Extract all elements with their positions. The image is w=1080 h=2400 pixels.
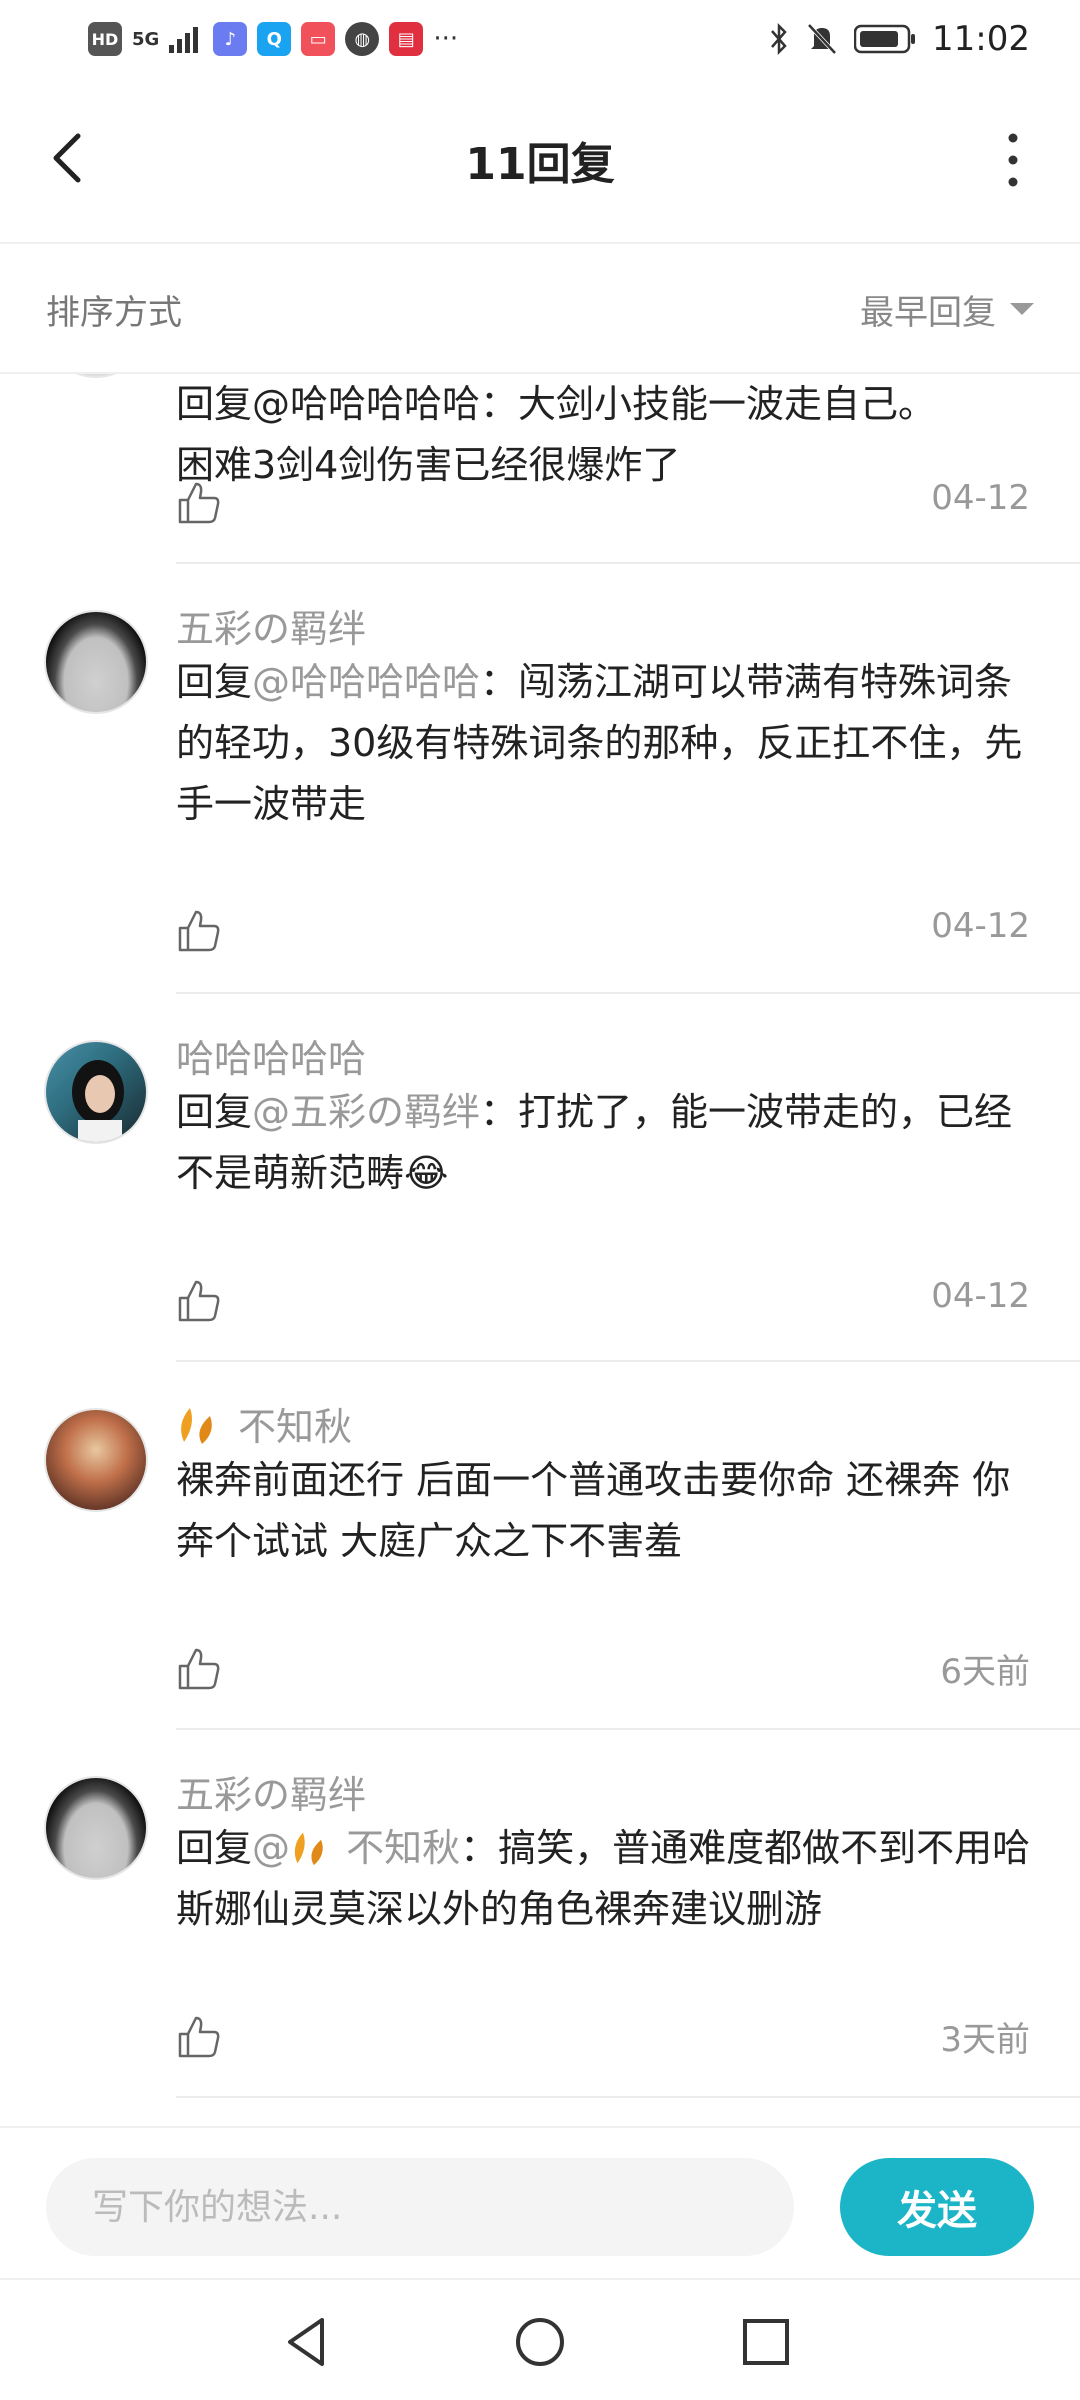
ball-app-icon: ◍ bbox=[345, 22, 380, 56]
nav-home-icon[interactable] bbox=[510, 2312, 570, 2372]
like-icon[interactable] bbox=[176, 908, 222, 954]
search-app-icon: Q bbox=[257, 22, 292, 56]
reader-app-icon: ▤ bbox=[389, 22, 424, 56]
avatar[interactable] bbox=[44, 610, 148, 714]
sort-label: 排序方式 bbox=[46, 292, 182, 333]
nav-back-icon[interactable] bbox=[278, 2312, 338, 2372]
comment-item: 五彩の羁绊 回复@哈哈哈哈哈：闯荡江湖可以带满有特殊词条的轻功，30级有特殊词条… bbox=[0, 562, 1080, 952]
comment-item: 不知秋 裸奔前面还行 后面一个普通攻击要你命 还裸奔 你奔个试试 大庭广众之下不… bbox=[0, 1360, 1080, 1730]
comment-date: 6天前 bbox=[940, 1652, 1030, 1692]
username[interactable]: 五彩の羁绊 bbox=[176, 598, 366, 653]
avatar[interactable] bbox=[44, 1776, 148, 1880]
comment-item: 哈哈哈哈哈 回复@五彩の羁绊：打扰了，能一波带走的，已经不是萌新范畴😂 04-1… bbox=[0, 992, 1080, 1362]
comment-date: 04-12 bbox=[931, 1276, 1030, 1316]
reply-input-bar: 发送 bbox=[0, 2126, 1080, 2278]
mention-link[interactable]: @哈哈哈哈哈 bbox=[252, 660, 480, 704]
like-icon[interactable] bbox=[176, 2014, 222, 2060]
shop-app-icon: ▭ bbox=[301, 22, 336, 56]
leaf-icon bbox=[294, 1832, 323, 1866]
comment-text: 回复@五彩の羁绊：打扰了，能一波带走的，已经不是萌新范畴😂 bbox=[176, 1082, 1036, 1204]
comment-list[interactable]: 回复@哈哈哈哈哈：大剑小技能一波走自己。 困难3剑4剑伤害已经很爆炸了 04-1… bbox=[0, 374, 1080, 2126]
chevron-down-icon bbox=[1010, 303, 1034, 315]
username-row[interactable]: 不知秋 bbox=[176, 1396, 352, 1451]
sort-value: 最早回复 bbox=[860, 292, 996, 333]
mention-name: 不知秋 bbox=[334, 1826, 461, 1870]
reply-input[interactable] bbox=[46, 2158, 794, 2256]
mention-link[interactable]: @五彩の羁绊 bbox=[252, 1090, 480, 1134]
comment-date: 04-12 bbox=[931, 478, 1030, 518]
network-label: 5G bbox=[132, 28, 160, 50]
comment-date: 3天前 bbox=[940, 2020, 1030, 2060]
nav-recents-icon[interactable] bbox=[736, 2312, 796, 2372]
status-bar: HD 5G ♪ Q ▭ ◍ ▤ ··· 11:02 bbox=[0, 0, 1080, 78]
username[interactable]: 五彩の羁绊 bbox=[176, 1764, 366, 1819]
more-options-icon[interactable] bbox=[998, 128, 1028, 192]
mention-at: @ bbox=[252, 1826, 291, 1870]
system-nav-bar bbox=[0, 2278, 1080, 2400]
bluetooth-icon bbox=[771, 22, 787, 56]
page-title: 11回复 bbox=[465, 139, 615, 190]
comment-date: 04-12 bbox=[931, 906, 1030, 946]
comment-text: 回复@ 不知秋：搞笑，普通难度都做不到不用哈斯娜仙灵莫深以外的角色裸奔建议删游 bbox=[176, 1818, 1036, 1940]
reply-prefix: 回复 bbox=[176, 1090, 253, 1134]
avatar-photo bbox=[72, 1060, 124, 1142]
username: 不知秋 bbox=[238, 1405, 353, 1449]
battery-icon bbox=[854, 24, 916, 54]
reply-prefix: 回复 bbox=[176, 660, 253, 704]
leaf-icon bbox=[181, 1407, 212, 1444]
like-icon[interactable] bbox=[176, 1646, 222, 1692]
like-icon[interactable] bbox=[176, 480, 222, 526]
sort-dropdown[interactable]: 最早回复 bbox=[860, 285, 1034, 334]
comment-item: 五彩の羁绊 回复@ 不知秋：搞笑，普通难度都做不到不用哈斯娜仙灵莫深以外的角色裸… bbox=[0, 1728, 1080, 2098]
more-notifications-icon: ··· bbox=[433, 24, 459, 54]
back-icon[interactable] bbox=[40, 128, 100, 188]
comment-text: 回复@哈哈哈哈哈：闯荡江湖可以带满有特殊词条的轻功，30级有特殊词条的那种，反正… bbox=[176, 652, 1036, 835]
sort-bar: 排序方式 最早回复 bbox=[0, 246, 1080, 374]
send-button[interactable]: 发送 bbox=[840, 2158, 1034, 2256]
avatar[interactable] bbox=[44, 1408, 148, 1512]
comment-text: 裸奔前面还行 后面一个普通攻击要你命 还裸奔 你奔个试试 大庭广众之下不害羞 bbox=[176, 1458, 1011, 1563]
reply-prefix: 回复 bbox=[176, 1826, 253, 1870]
like-icon[interactable] bbox=[176, 1278, 222, 1324]
mention-link[interactable]: @ 不知秋 bbox=[252, 1826, 460, 1870]
signal-icon bbox=[169, 27, 199, 53]
username[interactable]: 哈哈哈哈哈 bbox=[176, 1028, 366, 1083]
avatar[interactable] bbox=[44, 1040, 148, 1144]
hd-icon: HD bbox=[88, 22, 122, 56]
header: 11回复 bbox=[0, 78, 1080, 244]
music-app-icon: ♪ bbox=[213, 22, 248, 56]
divider bbox=[176, 2096, 1080, 2098]
clock: 11:02 bbox=[932, 19, 1030, 59]
mute-icon bbox=[807, 23, 837, 55]
